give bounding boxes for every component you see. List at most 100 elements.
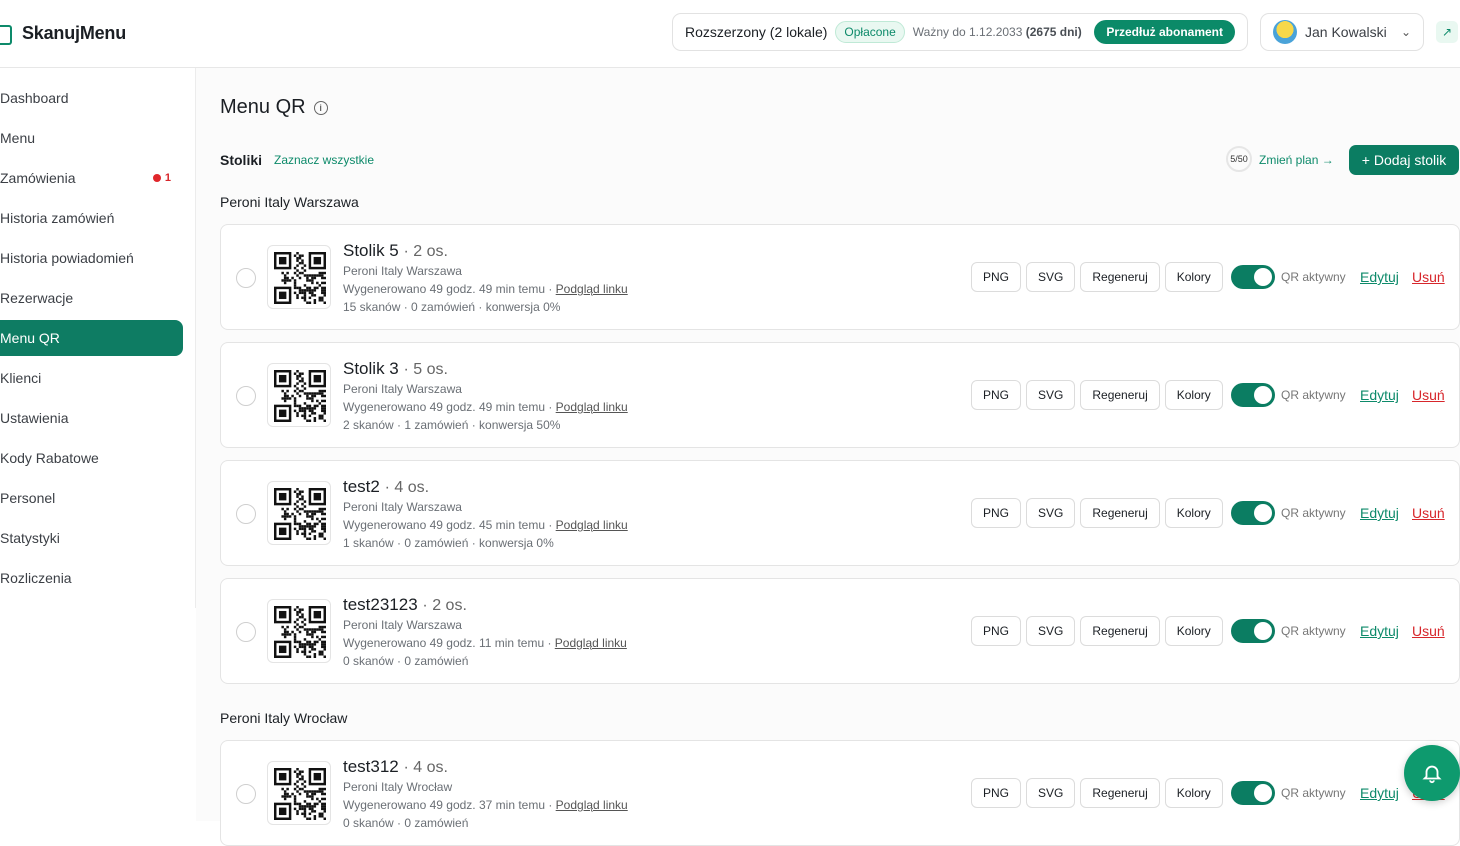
preview-link[interactable]: Podgląd linku: [556, 282, 628, 296]
qr-code-icon: [274, 768, 326, 820]
qr-code: [267, 599, 331, 663]
sidebar-item-statistics[interactable]: Statystyki: [0, 520, 183, 556]
qr-code-icon: [274, 606, 326, 658]
extend-subscription-button[interactable]: Przedłuż abonament: [1094, 20, 1235, 44]
regenerate-button[interactable]: Regeneruj: [1080, 262, 1160, 292]
table-checkbox[interactable]: [236, 386, 256, 406]
table-checkbox[interactable]: [236, 504, 256, 524]
top-bar: SkanujMenu Rozszerzony (2 lokale) Opłaco…: [0, 0, 1460, 68]
qr-active-toggle[interactable]: [1231, 781, 1275, 805]
download-svg-button[interactable]: SVG: [1026, 498, 1076, 528]
sidebar-item-notification-history[interactable]: Historia powiadomień: [0, 240, 183, 276]
orders-count-badge: 1: [152, 172, 171, 184]
sidebar-item-reservations[interactable]: Rezerwacje: [0, 280, 183, 316]
sidebar-item-menu-qr[interactable]: Menu QR: [0, 320, 183, 356]
download-svg-button[interactable]: SVG: [1026, 616, 1076, 646]
download-svg-button[interactable]: SVG: [1026, 380, 1076, 410]
tables-label: Stoliki: [220, 152, 263, 168]
table-stats: 0 skanów · 0 zamówień: [343, 654, 469, 668]
preview-link[interactable]: Podgląd linku: [556, 798, 628, 812]
logo-text: SkanujMenu: [22, 22, 127, 43]
sidebar: Dashboard Menu Zamówienia 1 Historia zam…: [0, 68, 196, 608]
colors-button[interactable]: Kolory: [1164, 262, 1223, 292]
regenerate-button[interactable]: Regeneruj: [1080, 616, 1160, 646]
qr-active-label: QR aktywny: [1281, 786, 1346, 800]
info-icon[interactable]: i: [313, 100, 328, 115]
colors-button[interactable]: Kolory: [1164, 778, 1223, 808]
logo[interactable]: SkanujMenu: [0, 20, 126, 46]
delete-link[interactable]: Usuń: [1412, 623, 1445, 639]
sidebar-item-billing[interactable]: Rozliczenia: [0, 560, 183, 596]
user-name: Jan Kowalski: [1305, 24, 1387, 40]
table-checkbox[interactable]: [236, 784, 256, 804]
delete-link[interactable]: Usuń: [1412, 269, 1445, 285]
qr-code: [267, 245, 331, 309]
group-title: Peroni Italy Warszawa: [220, 194, 359, 210]
qr-active-toggle[interactable]: [1231, 501, 1275, 525]
regenerate-button[interactable]: Regeneruj: [1080, 778, 1160, 808]
table-stats: 2 skanów · 1 zamówień · konwersja 50%: [343, 418, 561, 432]
qr-active-toggle[interactable]: [1231, 383, 1275, 407]
subscription-box: Rozszerzony (2 lokale) Opłacone Ważny do…: [672, 13, 1248, 51]
add-table-button[interactable]: + Dodaj stolik: [1349, 145, 1459, 175]
sidebar-item-orders[interactable]: Zamówienia 1: [0, 160, 183, 196]
edit-link[interactable]: Edytuj: [1360, 785, 1399, 801]
regenerate-button[interactable]: Regeneruj: [1080, 380, 1160, 410]
download-svg-button[interactable]: SVG: [1026, 262, 1076, 292]
notifications-button[interactable]: [1404, 745, 1460, 801]
change-plan-link[interactable]: Zmień plan →: [1259, 153, 1334, 167]
qr-active-toggle[interactable]: [1231, 619, 1275, 643]
table-card: test23123 · 2 os. Peroni Italy Warszawa …: [220, 578, 1460, 684]
select-all-link[interactable]: Zaznacz wszystkie: [274, 153, 374, 167]
delete-link[interactable]: Usuń: [1412, 387, 1445, 403]
preview-link[interactable]: Podgląd linku: [556, 518, 628, 532]
table-stats: 1 skanów · 0 zamówień · konwersja 0%: [343, 536, 554, 550]
table-generated: Wygenerowano 49 godz. 11 min temu · Podg…: [343, 636, 627, 650]
tables-quota: 5/50: [1226, 146, 1252, 172]
colors-button[interactable]: Kolory: [1164, 616, 1223, 646]
sidebar-item-discount-codes[interactable]: Kody Rabatowe: [0, 440, 183, 476]
colors-button[interactable]: Kolory: [1164, 498, 1223, 528]
preview-link[interactable]: Podgląd linku: [555, 636, 627, 650]
qr-code: [267, 363, 331, 427]
table-checkbox[interactable]: [236, 622, 256, 642]
qr-actions: PNG SVG Regeneruj Kolory: [971, 778, 1223, 808]
sidebar-item-menu[interactable]: Menu: [0, 120, 183, 156]
sidebar-item-clients[interactable]: Klienci: [0, 360, 183, 396]
download-png-button[interactable]: PNG: [971, 380, 1022, 410]
download-png-button[interactable]: PNG: [971, 616, 1022, 646]
user-menu[interactable]: Jan Kowalski ⌄: [1260, 13, 1424, 51]
qr-code-icon: [274, 252, 326, 304]
download-png-button[interactable]: PNG: [971, 262, 1022, 292]
table-title: test2 · 4 os.: [343, 477, 430, 496]
table-checkbox[interactable]: [236, 268, 256, 288]
sidebar-item-settings[interactable]: Ustawienia: [0, 400, 183, 436]
edit-link[interactable]: Edytuj: [1360, 505, 1399, 521]
table-generated: Wygenerowano 49 godz. 49 min temu · Podg…: [343, 400, 628, 414]
download-png-button[interactable]: PNG: [971, 778, 1022, 808]
table-location: Peroni Italy Warszawa: [343, 500, 462, 514]
paid-badge: Opłacone: [835, 21, 905, 43]
table-location: Peroni Italy Warszawa: [343, 618, 462, 632]
sidebar-item-dashboard[interactable]: Dashboard: [0, 80, 183, 116]
edit-link[interactable]: Edytuj: [1360, 623, 1399, 639]
preview-link[interactable]: Podgląd linku: [556, 400, 628, 414]
qr-active-toggle[interactable]: [1231, 265, 1275, 289]
edit-link[interactable]: Edytuj: [1360, 269, 1399, 285]
download-svg-button[interactable]: SVG: [1026, 778, 1076, 808]
delete-link[interactable]: Usuń: [1412, 505, 1445, 521]
avatar: [1273, 20, 1297, 44]
external-link-icon[interactable]: ↗: [1436, 21, 1458, 43]
table-title: Stolik 5 · 2 os.: [343, 241, 448, 260]
colors-button[interactable]: Kolory: [1164, 380, 1223, 410]
regenerate-button[interactable]: Regeneruj: [1080, 498, 1160, 528]
sidebar-item-order-history[interactable]: Historia zamówień: [0, 200, 183, 236]
table-title: Stolik 3 · 5 os.: [343, 359, 448, 378]
plan-name: Rozszerzony (2 lokale): [685, 24, 828, 40]
main-content: Menu QR i Stoliki Zaznacz wszystkie 5/50…: [196, 68, 1460, 846]
page-title: Menu QR i: [220, 96, 328, 119]
edit-link[interactable]: Edytuj: [1360, 387, 1399, 403]
qr-actions: PNG SVG Regeneruj Kolory: [971, 498, 1223, 528]
sidebar-item-staff[interactable]: Personel: [0, 480, 183, 516]
download-png-button[interactable]: PNG: [971, 498, 1022, 528]
